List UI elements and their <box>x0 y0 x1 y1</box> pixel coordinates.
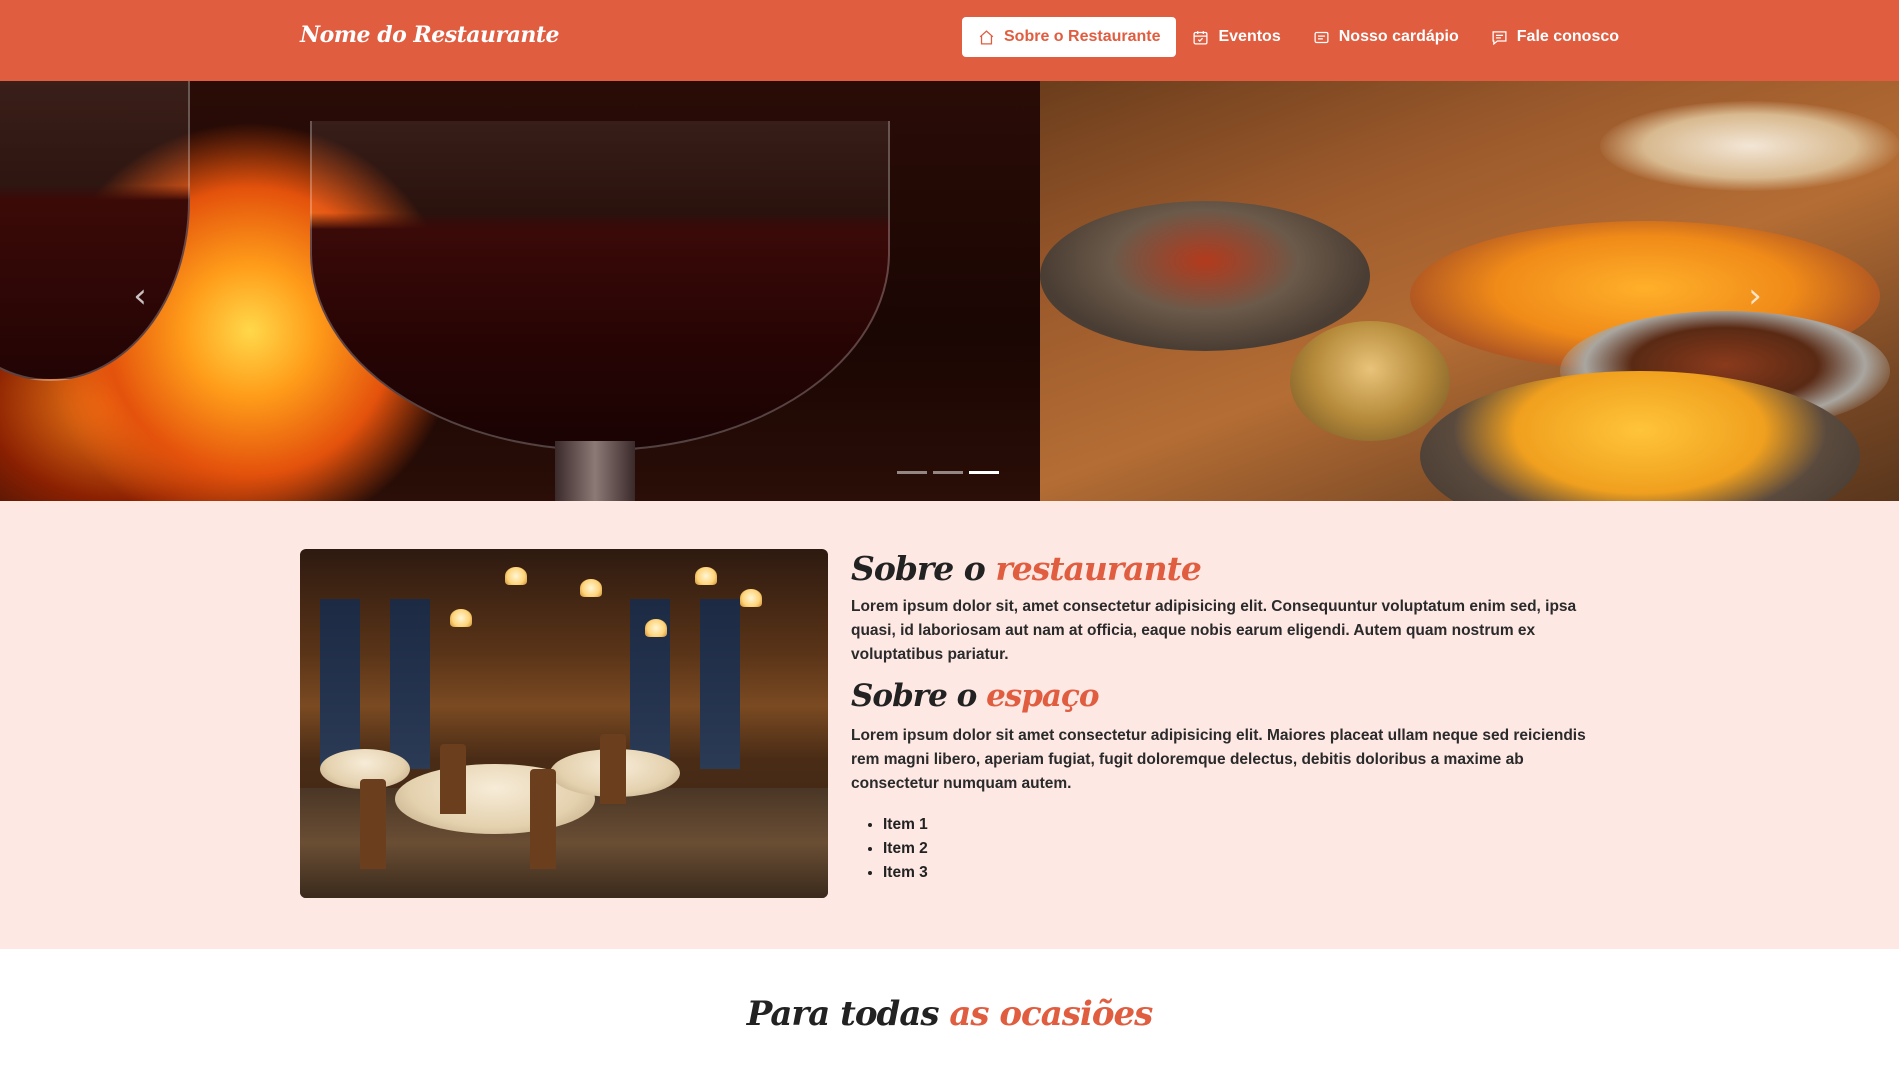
about-space-title: Sobre o espaço <box>851 678 1100 714</box>
window-shape <box>700 599 740 769</box>
chair-shape <box>530 769 556 869</box>
lamp-shape <box>695 567 717 585</box>
food-bowl <box>1040 201 1370 351</box>
menu-card-icon <box>1314 31 1329 43</box>
food-bowl <box>1600 101 1899 191</box>
calendar-icon <box>1193 30 1208 45</box>
list-item: Item 2 <box>883 837 928 861</box>
wine-glass-image <box>310 121 890 451</box>
title-prefix: Sobre o <box>851 549 986 588</box>
window-shape <box>320 599 360 769</box>
list-item: Item 1 <box>883 813 928 837</box>
chair-shape <box>600 734 626 804</box>
chat-icon <box>1492 30 1507 45</box>
nav-item-label: Sobre o Restaurante <box>1004 28 1161 45</box>
nav-item-contato[interactable]: Fale conosco <box>1475 17 1635 57</box>
feature-list: Item 1 Item 2 Item 3 <box>883 813 928 885</box>
food-bowl <box>1290 321 1450 441</box>
title-accent: as ocasiões <box>949 994 1153 1034</box>
carousel-indicator[interactable] <box>897 471 927 474</box>
lamp-shape <box>740 589 762 607</box>
main-nav: Sobre o Restaurante Eventos Nosso cardáp… <box>962 17 1635 57</box>
about-restaurant-title: Sobre o restaurante <box>851 549 1202 588</box>
carousel-indicator[interactable] <box>933 471 963 474</box>
brand-logo[interactable]: Nome do Restaurante <box>300 22 560 48</box>
restaurant-interior-image <box>300 549 828 898</box>
chair-shape <box>360 779 386 869</box>
window-shape <box>390 599 430 769</box>
lamp-shape <box>450 609 472 627</box>
chevron-left-icon[interactable]: ‹ <box>125 276 155 316</box>
title-accent: espaço <box>986 678 1099 714</box>
chair-shape <box>440 744 466 814</box>
nav-item-label: Nosso cardápio <box>1338 28 1459 45</box>
occasions-title: Para todas as ocasiões <box>0 994 1899 1034</box>
title-accent: restaurante <box>995 549 1202 588</box>
carousel-indicator-active[interactable] <box>969 471 999 474</box>
lamp-shape <box>505 567 527 585</box>
title-prefix: Sobre o <box>851 678 977 714</box>
nav-item-cardapio[interactable]: Nosso cardápio <box>1297 17 1475 57</box>
navbar: Nome do Restaurante Sobre o Restaurante … <box>0 0 1899 81</box>
wine-glass-image <box>0 81 190 381</box>
title-prefix: Para todas <box>746 994 940 1034</box>
lamp-shape <box>580 579 602 597</box>
about-space-text: Lorem ipsum dolor sit amet consectetur a… <box>851 727 1586 792</box>
hero-carousel: ‹ › <box>0 81 1899 501</box>
lamp-shape <box>645 619 667 637</box>
nav-item-label: Eventos <box>1218 28 1281 45</box>
nav-item-eventos[interactable]: Eventos <box>1176 17 1296 57</box>
home-icon <box>979 29 994 45</box>
about-section: Sobre o restaurante Lorem ipsum dolor si… <box>0 501 1899 949</box>
list-item: Item 3 <box>883 861 928 885</box>
nav-item-label: Fale conosco <box>1516 28 1620 45</box>
carousel-slide-wine <box>0 81 1040 501</box>
nav-item-sobre[interactable]: Sobre o Restaurante <box>962 17 1177 57</box>
chevron-right-icon[interactable]: › <box>1740 276 1770 316</box>
occasions-section: Para todas as ocasiões <box>0 949 1899 1072</box>
wine-glass-stem <box>555 441 635 501</box>
about-restaurant-text: Lorem ipsum dolor sit, amet consectetur … <box>851 598 1577 663</box>
carousel-indicators <box>897 471 999 474</box>
